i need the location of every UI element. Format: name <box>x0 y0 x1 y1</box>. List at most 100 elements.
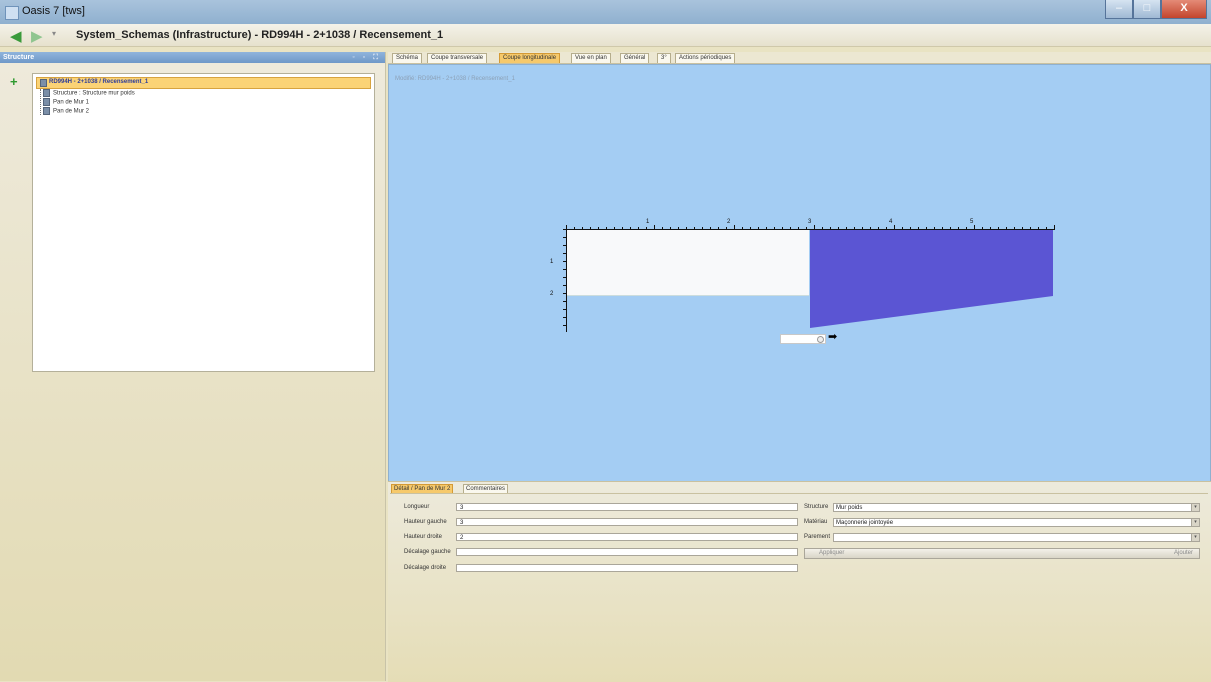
add-button[interactable]: Ajouter <box>1174 550 1193 556</box>
ruler-tick <box>798 227 799 230</box>
dropdown-icon: ▾ <box>1191 519 1199 526</box>
ruler-tick <box>950 227 951 230</box>
ruler-tick <box>598 227 599 230</box>
ruler-tick <box>926 227 927 230</box>
materiau-select[interactable]: Maçonnerie jointoyée ▾ <box>833 518 1200 527</box>
dropdown-icon: ▾ <box>1191 534 1199 541</box>
ruler-x-label: 4 <box>889 219 893 225</box>
ruler-tick <box>646 227 647 230</box>
ruler-tick <box>814 225 815 230</box>
ruler-tick <box>654 225 655 230</box>
ruler-tick <box>566 225 567 230</box>
ruler-tick <box>838 227 839 230</box>
parement-select[interactable]: ▾ <box>833 533 1200 542</box>
ruler-tick <box>1046 227 1047 230</box>
ruler-tick <box>734 225 735 230</box>
ruler-tick <box>1006 227 1007 230</box>
stepper-knob-icon <box>817 336 824 343</box>
ruler-tick <box>782 227 783 230</box>
ruler-tick <box>878 227 879 230</box>
decalage-gauche-label: Décalage gauche <box>404 549 451 555</box>
hauteur-gauche-field[interactable]: 3 <box>456 518 798 526</box>
ruler-tick <box>1022 227 1023 230</box>
ruler-tick <box>563 253 566 254</box>
decalage-gauche-field[interactable] <box>456 548 798 556</box>
ruler-tick <box>710 227 711 230</box>
ruler-tick <box>806 227 807 230</box>
action-bar: Appliquer Ajouter <box>804 548 1200 559</box>
ruler-tick <box>563 245 566 246</box>
decalage-droite-field[interactable] <box>456 564 798 572</box>
detail-form: Longueur 3 Hauteur gauche 3 Hauteur droi… <box>390 493 1208 682</box>
ruler-x-label: 2 <box>727 219 731 225</box>
ruler-tick <box>990 227 991 230</box>
ruler-tick <box>563 309 566 310</box>
ruler-tick <box>742 227 743 230</box>
ruler-tick <box>662 227 663 230</box>
decalage-droite-label: Décalage droite <box>404 565 447 571</box>
ruler-tick <box>830 227 831 230</box>
ruler-tick <box>1014 227 1015 230</box>
ruler-tick <box>590 227 591 230</box>
ruler-tick <box>670 227 671 230</box>
apply-button[interactable]: Appliquer <box>819 550 844 556</box>
canvas-input[interactable] <box>780 334 826 344</box>
ruler-tick <box>563 301 566 302</box>
ruler-tick <box>582 227 583 230</box>
ruler-tick <box>918 227 919 230</box>
ruler-tick <box>910 227 911 230</box>
ruler-tick <box>886 227 887 230</box>
structure-label: Structure <box>804 504 829 510</box>
ruler-tick <box>630 227 631 230</box>
ruler-tick <box>1030 227 1031 230</box>
vertical-ruler <box>566 229 567 332</box>
ruler-tick <box>563 285 566 286</box>
ruler-tick <box>934 227 935 230</box>
ruler-tick <box>766 227 767 230</box>
materiau-label: Matériau <box>804 519 828 525</box>
materiau-value: Maçonnerie jointoyée <box>836 520 894 526</box>
ruler-tick <box>966 227 967 230</box>
ruler-tick <box>894 225 895 230</box>
parement-label: Parement <box>804 534 831 540</box>
ruler-tick <box>563 317 566 318</box>
ruler-tick <box>563 277 566 278</box>
ruler-tick <box>774 227 775 230</box>
ruler-tick <box>822 227 823 230</box>
detail-panel: Détail / Pan de Mur 2 Commentaires Longu… <box>388 481 1211 682</box>
ruler-tick <box>614 227 615 230</box>
ruler-tick <box>686 227 687 230</box>
structure-select[interactable]: Mur poids ▾ <box>833 503 1200 512</box>
ruler-y-label: 1 <box>550 259 554 265</box>
ruler-x-label: 1 <box>646 219 650 225</box>
ruler-tick <box>1054 225 1055 230</box>
ruler-tick <box>563 261 566 262</box>
ruler-x-label: 5 <box>970 219 974 225</box>
ruler-tick <box>870 227 871 230</box>
hauteur-droite-label: Hauteur droite <box>404 534 443 540</box>
ruler-tick <box>574 227 575 230</box>
ruler-tick <box>998 227 999 230</box>
ruler-tick <box>563 237 566 238</box>
longueur-field[interactable]: 3 <box>456 503 798 511</box>
ruler-tick <box>1038 227 1039 230</box>
ruler-tick <box>678 227 679 230</box>
ruler-tick <box>638 227 639 230</box>
ruler-tick <box>694 227 695 230</box>
wall-segment-2[interactable] <box>810 230 1053 328</box>
arrow-right-icon[interactable]: ➡ <box>828 332 837 343</box>
ruler-tick <box>563 229 566 230</box>
ruler-tick <box>563 325 566 326</box>
dropdown-icon: ▾ <box>1191 504 1199 511</box>
ruler-tick <box>854 227 855 230</box>
ruler-tick <box>702 227 703 230</box>
horizontal-ruler <box>566 229 1054 230</box>
ruler-tick <box>563 293 566 294</box>
ruler-tick <box>758 227 759 230</box>
structure-value: Mur poids <box>836 505 863 511</box>
ruler-tick <box>622 227 623 230</box>
hauteur-droite-field[interactable]: 2 <box>456 533 798 541</box>
ruler-tick <box>862 227 863 230</box>
ruler-tick <box>790 227 791 230</box>
ruler-tick <box>718 227 719 230</box>
